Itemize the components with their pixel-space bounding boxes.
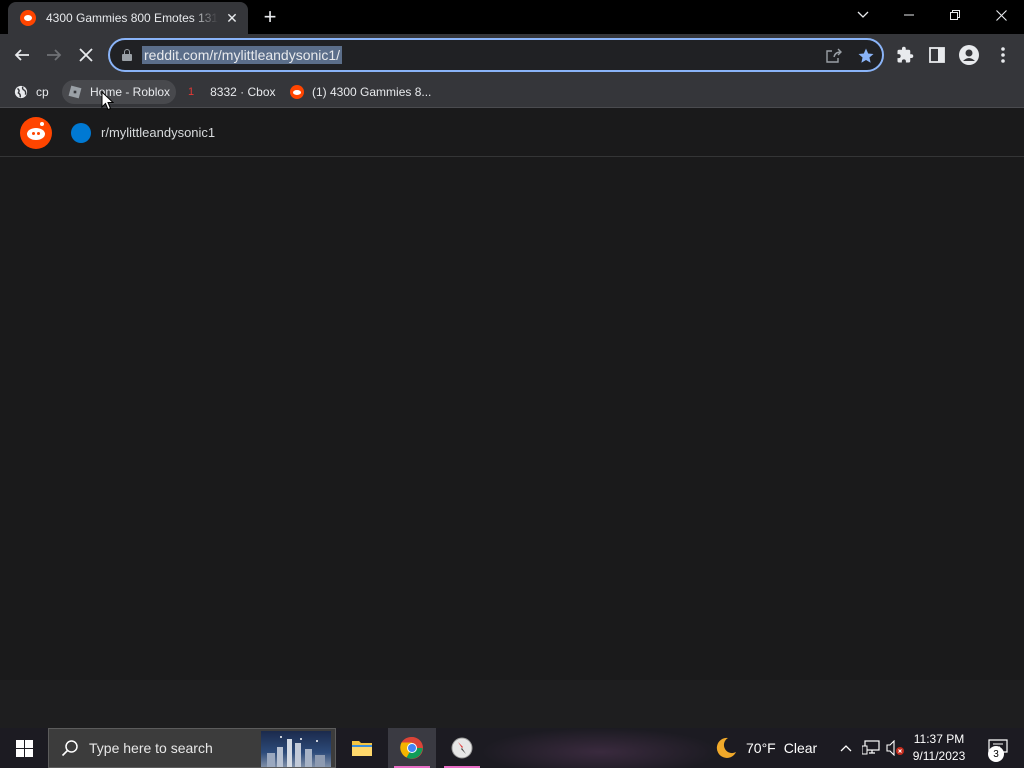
globe-icon bbox=[14, 85, 28, 99]
url-text[interactable]: reddit.com/r/mylittleandysonic1/ bbox=[142, 46, 343, 64]
weather-widget[interactable]: 70°F Clear bbox=[714, 728, 817, 768]
compass-app-button[interactable] bbox=[438, 728, 486, 768]
reddit-logo-icon[interactable] bbox=[20, 117, 52, 149]
minimize-button[interactable] bbox=[886, 0, 932, 30]
notification-count-badge: 3 bbox=[988, 746, 1004, 762]
search-placeholder: Type here to search bbox=[89, 740, 213, 756]
browser-tab[interactable]: 4300 Gammies 800 Emotes 131 F ✕ bbox=[8, 2, 248, 34]
stop-icon bbox=[79, 48, 93, 62]
share-icon[interactable] bbox=[824, 46, 844, 66]
forward-button[interactable] bbox=[39, 40, 69, 70]
taskbar-wallpaper-glow bbox=[480, 728, 720, 768]
bookmark-cp[interactable]: cp bbox=[8, 80, 55, 104]
lock-icon[interactable] bbox=[122, 49, 132, 61]
back-button[interactable] bbox=[7, 40, 37, 70]
address-bar[interactable]: reddit.com/r/mylittleandysonic1/ bbox=[108, 38, 884, 72]
compass-icon bbox=[451, 737, 473, 759]
reddit-icon bbox=[290, 85, 304, 99]
windows-taskbar: Type here to search 70°F Clear 11:37 PM … bbox=[0, 728, 1024, 768]
search-icon bbox=[61, 740, 78, 757]
bookmark-label: cp bbox=[36, 85, 49, 99]
reddit-header: r/mylittleandysonic1 bbox=[0, 109, 1024, 157]
extensions-icon[interactable] bbox=[894, 44, 916, 66]
windows-logo-icon bbox=[15, 739, 33, 757]
reddit-favicon-icon bbox=[20, 10, 36, 26]
start-button[interactable] bbox=[0, 728, 48, 768]
network-icon bbox=[862, 740, 880, 755]
bookmarks-bar: cp Home - Roblox 1 8332 · Cbox (1) 4300 … bbox=[0, 76, 1024, 108]
forward-arrow-icon bbox=[47, 49, 62, 61]
profile-avatar-icon[interactable] bbox=[958, 44, 980, 66]
close-window-button[interactable] bbox=[978, 0, 1024, 30]
subreddit-icon[interactable] bbox=[71, 123, 91, 143]
side-panel-icon[interactable] bbox=[926, 44, 948, 66]
tab-title: 4300 Gammies 800 Emotes 131 F bbox=[46, 11, 218, 25]
moon-icon bbox=[716, 737, 736, 758]
menu-kebab-icon[interactable] bbox=[992, 44, 1014, 66]
bookmark-star-icon[interactable] bbox=[856, 46, 876, 66]
mouse-cursor-icon bbox=[101, 91, 115, 111]
minimize-icon bbox=[904, 14, 914, 16]
cbox-icon: 1 bbox=[188, 86, 195, 98]
bookmark-cbox[interactable]: 1 8332 · Cbox bbox=[182, 80, 282, 104]
bookmark-label: (1) 4300 Gammies 8... bbox=[312, 85, 432, 99]
folder-icon bbox=[352, 741, 372, 756]
weather-condition: Clear bbox=[783, 740, 818, 756]
new-tab-button[interactable]: + bbox=[258, 4, 282, 29]
browser-toolbar: reddit.com/r/mylittleandysonic1/ bbox=[0, 34, 1024, 76]
tab-strip: 4300 Gammies 800 Emotes 131 F ✕ + bbox=[0, 0, 1024, 34]
taskbar-search-box[interactable]: Type here to search bbox=[48, 728, 336, 768]
tab-close-icon[interactable]: ✕ bbox=[224, 10, 240, 26]
close-icon bbox=[995, 9, 1007, 21]
network-button[interactable] bbox=[860, 728, 882, 768]
subreddit-name[interactable]: r/mylittleandysonic1 bbox=[101, 125, 215, 140]
chrome-icon bbox=[400, 736, 423, 759]
volume-muted-icon bbox=[886, 740, 904, 756]
taskbar-clock[interactable]: 11:37 PM 9/11/2023 bbox=[906, 731, 972, 765]
tab-search-button[interactable] bbox=[840, 0, 886, 30]
file-explorer-button[interactable] bbox=[338, 728, 386, 768]
clock-time: 11:37 PM bbox=[913, 732, 965, 746]
bookmark-label: 8332 · Cbox bbox=[210, 85, 276, 99]
chevron-up-icon bbox=[840, 745, 852, 752]
bookmark-reddit[interactable]: (1) 4300 Gammies 8... bbox=[284, 80, 437, 104]
clock-date: 9/11/2023 bbox=[912, 749, 966, 763]
back-arrow-icon bbox=[14, 49, 29, 61]
chevron-down-icon bbox=[857, 11, 869, 18]
stop-loading-button[interactable] bbox=[71, 40, 101, 70]
search-highlight-image[interactable] bbox=[261, 731, 331, 767]
weather-temp: 70°F bbox=[746, 740, 776, 756]
restore-icon bbox=[950, 10, 960, 20]
page-content: r/mylittleandysonic1 bbox=[0, 109, 1024, 680]
roblox-icon bbox=[68, 85, 82, 99]
page-footer-area bbox=[0, 680, 1024, 728]
chrome-taskbar-button[interactable] bbox=[388, 728, 436, 768]
restore-button[interactable] bbox=[932, 0, 978, 30]
bookmark-home-roblox[interactable]: Home - Roblox bbox=[62, 80, 177, 104]
volume-button[interactable] bbox=[884, 728, 906, 768]
show-hidden-icons-button[interactable] bbox=[836, 728, 856, 768]
